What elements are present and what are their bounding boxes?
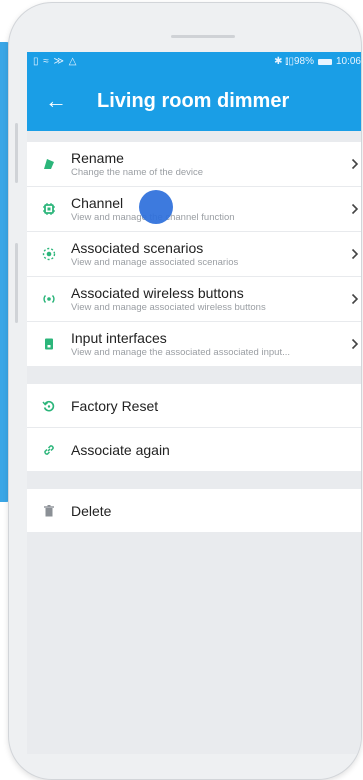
volume-button	[15, 123, 18, 183]
app-bar: ← Living room dimmer	[27, 71, 361, 131]
page-title: Living room dimmer	[97, 89, 290, 112]
settings-group: Rename Change the name of the device Cha…	[27, 142, 361, 366]
chevron-right-icon	[343, 248, 361, 260]
phone-frame: ▯ ≈ ≫ △ ✱ ⫾▯98% 10:06 ← Living room dimm…	[8, 2, 362, 780]
signal-battery-text: ✱ ⫾▯98%	[274, 56, 314, 67]
status-icons: ▯ ≈ ≫ △	[33, 56, 78, 67]
chevron-right-icon	[343, 158, 361, 170]
danger-group: Delete	[27, 489, 361, 532]
row-description: View and manage the associated associate…	[71, 346, 290, 358]
trash-icon	[27, 504, 71, 518]
chip-icon	[27, 202, 71, 216]
settings-row-channel[interactable]: Channel View and manage the channel func…	[27, 187, 361, 232]
settings-row-input-interfaces[interactable]: Input interfaces View and manage the ass…	[27, 322, 361, 366]
row-label: Rename	[71, 149, 124, 166]
associate-again-button[interactable]: Associate again	[27, 428, 361, 471]
actions-group: Factory Reset Associate again	[27, 384, 361, 471]
settings-row-associated-wireless-buttons[interactable]: Associated wireless buttons View and man…	[27, 277, 361, 322]
row-label: Input interfaces	[71, 329, 167, 346]
row-label: Associated wireless buttons	[71, 284, 244, 301]
settings-row-rename[interactable]: Rename Change the name of the device	[27, 142, 361, 187]
delete-button[interactable]: Delete	[27, 489, 361, 532]
power-button	[15, 243, 18, 323]
battery-icon	[317, 58, 332, 65]
touch-indicator	[139, 190, 173, 224]
speaker-grille	[171, 35, 235, 38]
action-label: Factory Reset	[71, 397, 159, 414]
row-description: View and manage associated scenarios	[71, 256, 239, 268]
tag-icon	[27, 157, 71, 171]
status-bar: ▯ ≈ ≫ △ ✱ ⫾▯98% 10:06	[27, 52, 361, 71]
row-description: Change the name of the device	[71, 166, 204, 178]
settings-row-associated-scenarios[interactable]: Associated scenarios View and manage ass…	[27, 232, 361, 277]
link-icon	[27, 443, 71, 457]
section-divider	[27, 366, 361, 384]
factory-reset-button[interactable]: Factory Reset	[27, 384, 361, 428]
chevron-right-icon	[343, 293, 361, 305]
action-label: Associate again	[71, 441, 170, 458]
row-description: View and manage associated wireless butt…	[71, 301, 266, 313]
row-label: Associated scenarios	[71, 239, 204, 256]
switch-icon	[27, 337, 71, 351]
row-description: View and manage the channel function	[71, 211, 235, 223]
clock: 10:06	[335, 56, 361, 67]
reset-icon	[27, 399, 71, 413]
row-label: Channel	[71, 194, 124, 211]
arrow-left-icon[interactable]: ←	[45, 88, 75, 114]
wireless-icon	[27, 292, 71, 306]
screen: ▯ ≈ ≫ △ ✱ ⫾▯98% 10:06 ← Living room dimm…	[27, 52, 361, 754]
chevron-right-icon	[343, 338, 361, 350]
chevron-right-icon	[343, 203, 361, 215]
scene-icon	[27, 247, 71, 261]
action-label: Delete	[71, 502, 112, 519]
section-divider	[27, 471, 361, 489]
